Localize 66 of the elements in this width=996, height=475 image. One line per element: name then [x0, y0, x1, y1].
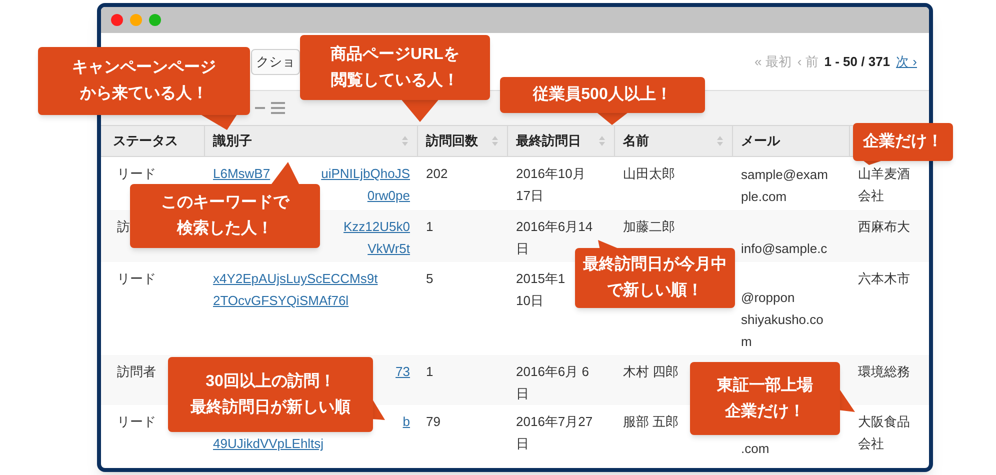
- email-cell-text: .com: [741, 440, 770, 458]
- column-header: 訪問回数: [426, 132, 478, 150]
- identifier-link[interactable]: b: [402, 411, 410, 433]
- next-page-link[interactable]: 次 ›: [896, 52, 917, 72]
- name-cell: 山田太郎: [623, 166, 675, 181]
- date-cell-text: 2016年6月 6 日: [516, 363, 589, 403]
- date-cell-text: 2015年1 10日: [516, 270, 566, 310]
- visits-cell: 79: [426, 414, 440, 429]
- column-header: 名前: [623, 132, 649, 150]
- identifier-link[interactable]: L6MswB7: [213, 163, 270, 185]
- sort-icon[interactable]: [401, 135, 409, 147]
- header-cell[interactable]: 訪問回数: [418, 126, 508, 156]
- callout: 30回以上の訪問！ 最終訪問日が新しい順: [168, 357, 385, 432]
- maximize-icon[interactable]: [149, 14, 161, 26]
- column-header: ステータス: [113, 132, 178, 150]
- callout: 商品ページURLを 閲覧している人！: [300, 35, 490, 122]
- identifier-link[interactable]: x4Y2EpAUjsLuyScECCMs9t: [213, 268, 378, 290]
- status-cell: 訪: [117, 219, 130, 234]
- header-cell[interactable]: 最終訪問日: [508, 126, 615, 156]
- list-view-icon[interactable]: [255, 102, 285, 114]
- identifier-link[interactable]: 49UJikdVVpLEhltsj: [213, 433, 324, 455]
- email-cell-text: sample@exam ple.com: [741, 166, 828, 206]
- email-cell-text: info@sample.c: [741, 240, 828, 258]
- sort-icon[interactable]: [716, 135, 724, 147]
- visits-cell: 5: [426, 271, 434, 286]
- date-cell-text: 2016年6月14 日: [516, 218, 593, 256]
- header-cell[interactable]: ステータス: [105, 126, 205, 156]
- visits-cell: 202: [426, 166, 448, 181]
- column-header: 最終訪問日: [516, 132, 581, 150]
- header-cell[interactable]: 名前: [615, 126, 733, 156]
- callout: 企業だけ！: [853, 123, 953, 165]
- action-button[interactable]: クショ: [251, 48, 300, 74]
- email-cell-text: @roppon shiyakusho.co m: [741, 289, 824, 351]
- sort-icon[interactable]: [491, 135, 499, 147]
- date-cell-text: 2016年7月27 日: [516, 413, 593, 453]
- identifier-link[interactable]: uiPNILjbQhoJS: [321, 163, 410, 185]
- name-cell: 服部 五郎: [623, 414, 679, 429]
- identifier-link[interactable]: 2TOcvGFSYQiSMAf76l: [213, 290, 349, 312]
- identifier-link[interactable]: Kzz12U5k0: [344, 216, 410, 238]
- name-cell: 加藤二郎: [623, 219, 675, 234]
- page-range: 1 - 50 / 371: [824, 52, 890, 71]
- callout: 東証一部上場 企業だけ！: [690, 362, 855, 435]
- header-cell[interactable]: メール: [733, 126, 850, 156]
- status-cell: 訪問者: [117, 364, 156, 379]
- status-cell: リード: [117, 166, 156, 181]
- company-cell-text: 西麻布大: [858, 218, 910, 236]
- identifier-link[interactable]: 0rw0pe: [367, 185, 410, 207]
- company-cell-text: 環境総務: [858, 363, 910, 381]
- column-header: メール: [741, 132, 780, 150]
- identifier-link[interactable]: 73: [396, 361, 410, 383]
- visits-cell: 1: [426, 219, 434, 234]
- company-cell-text: 六本木市: [858, 270, 910, 288]
- callout: 従業員500人以上！: [500, 77, 705, 125]
- company-cell-text: 大阪食品 会社: [858, 413, 910, 453]
- callout: キャンペーンページ から来ている人！: [38, 47, 250, 130]
- close-icon[interactable]: [111, 14, 123, 26]
- name-cell: 木村 四郎: [623, 364, 679, 379]
- date-cell-text: 2016年10月 17日: [516, 165, 586, 205]
- visits-cell: 1: [426, 364, 434, 379]
- status-cell: リード: [117, 271, 156, 286]
- identifier-link[interactable]: VkWr5t: [368, 238, 410, 260]
- status-cell: リード: [117, 414, 156, 429]
- column-header: 識別子: [213, 132, 252, 150]
- minimize-icon[interactable]: [130, 14, 142, 26]
- sort-icon[interactable]: [598, 135, 606, 147]
- company-cell-text: 山羊麦酒 会社: [858, 165, 910, 205]
